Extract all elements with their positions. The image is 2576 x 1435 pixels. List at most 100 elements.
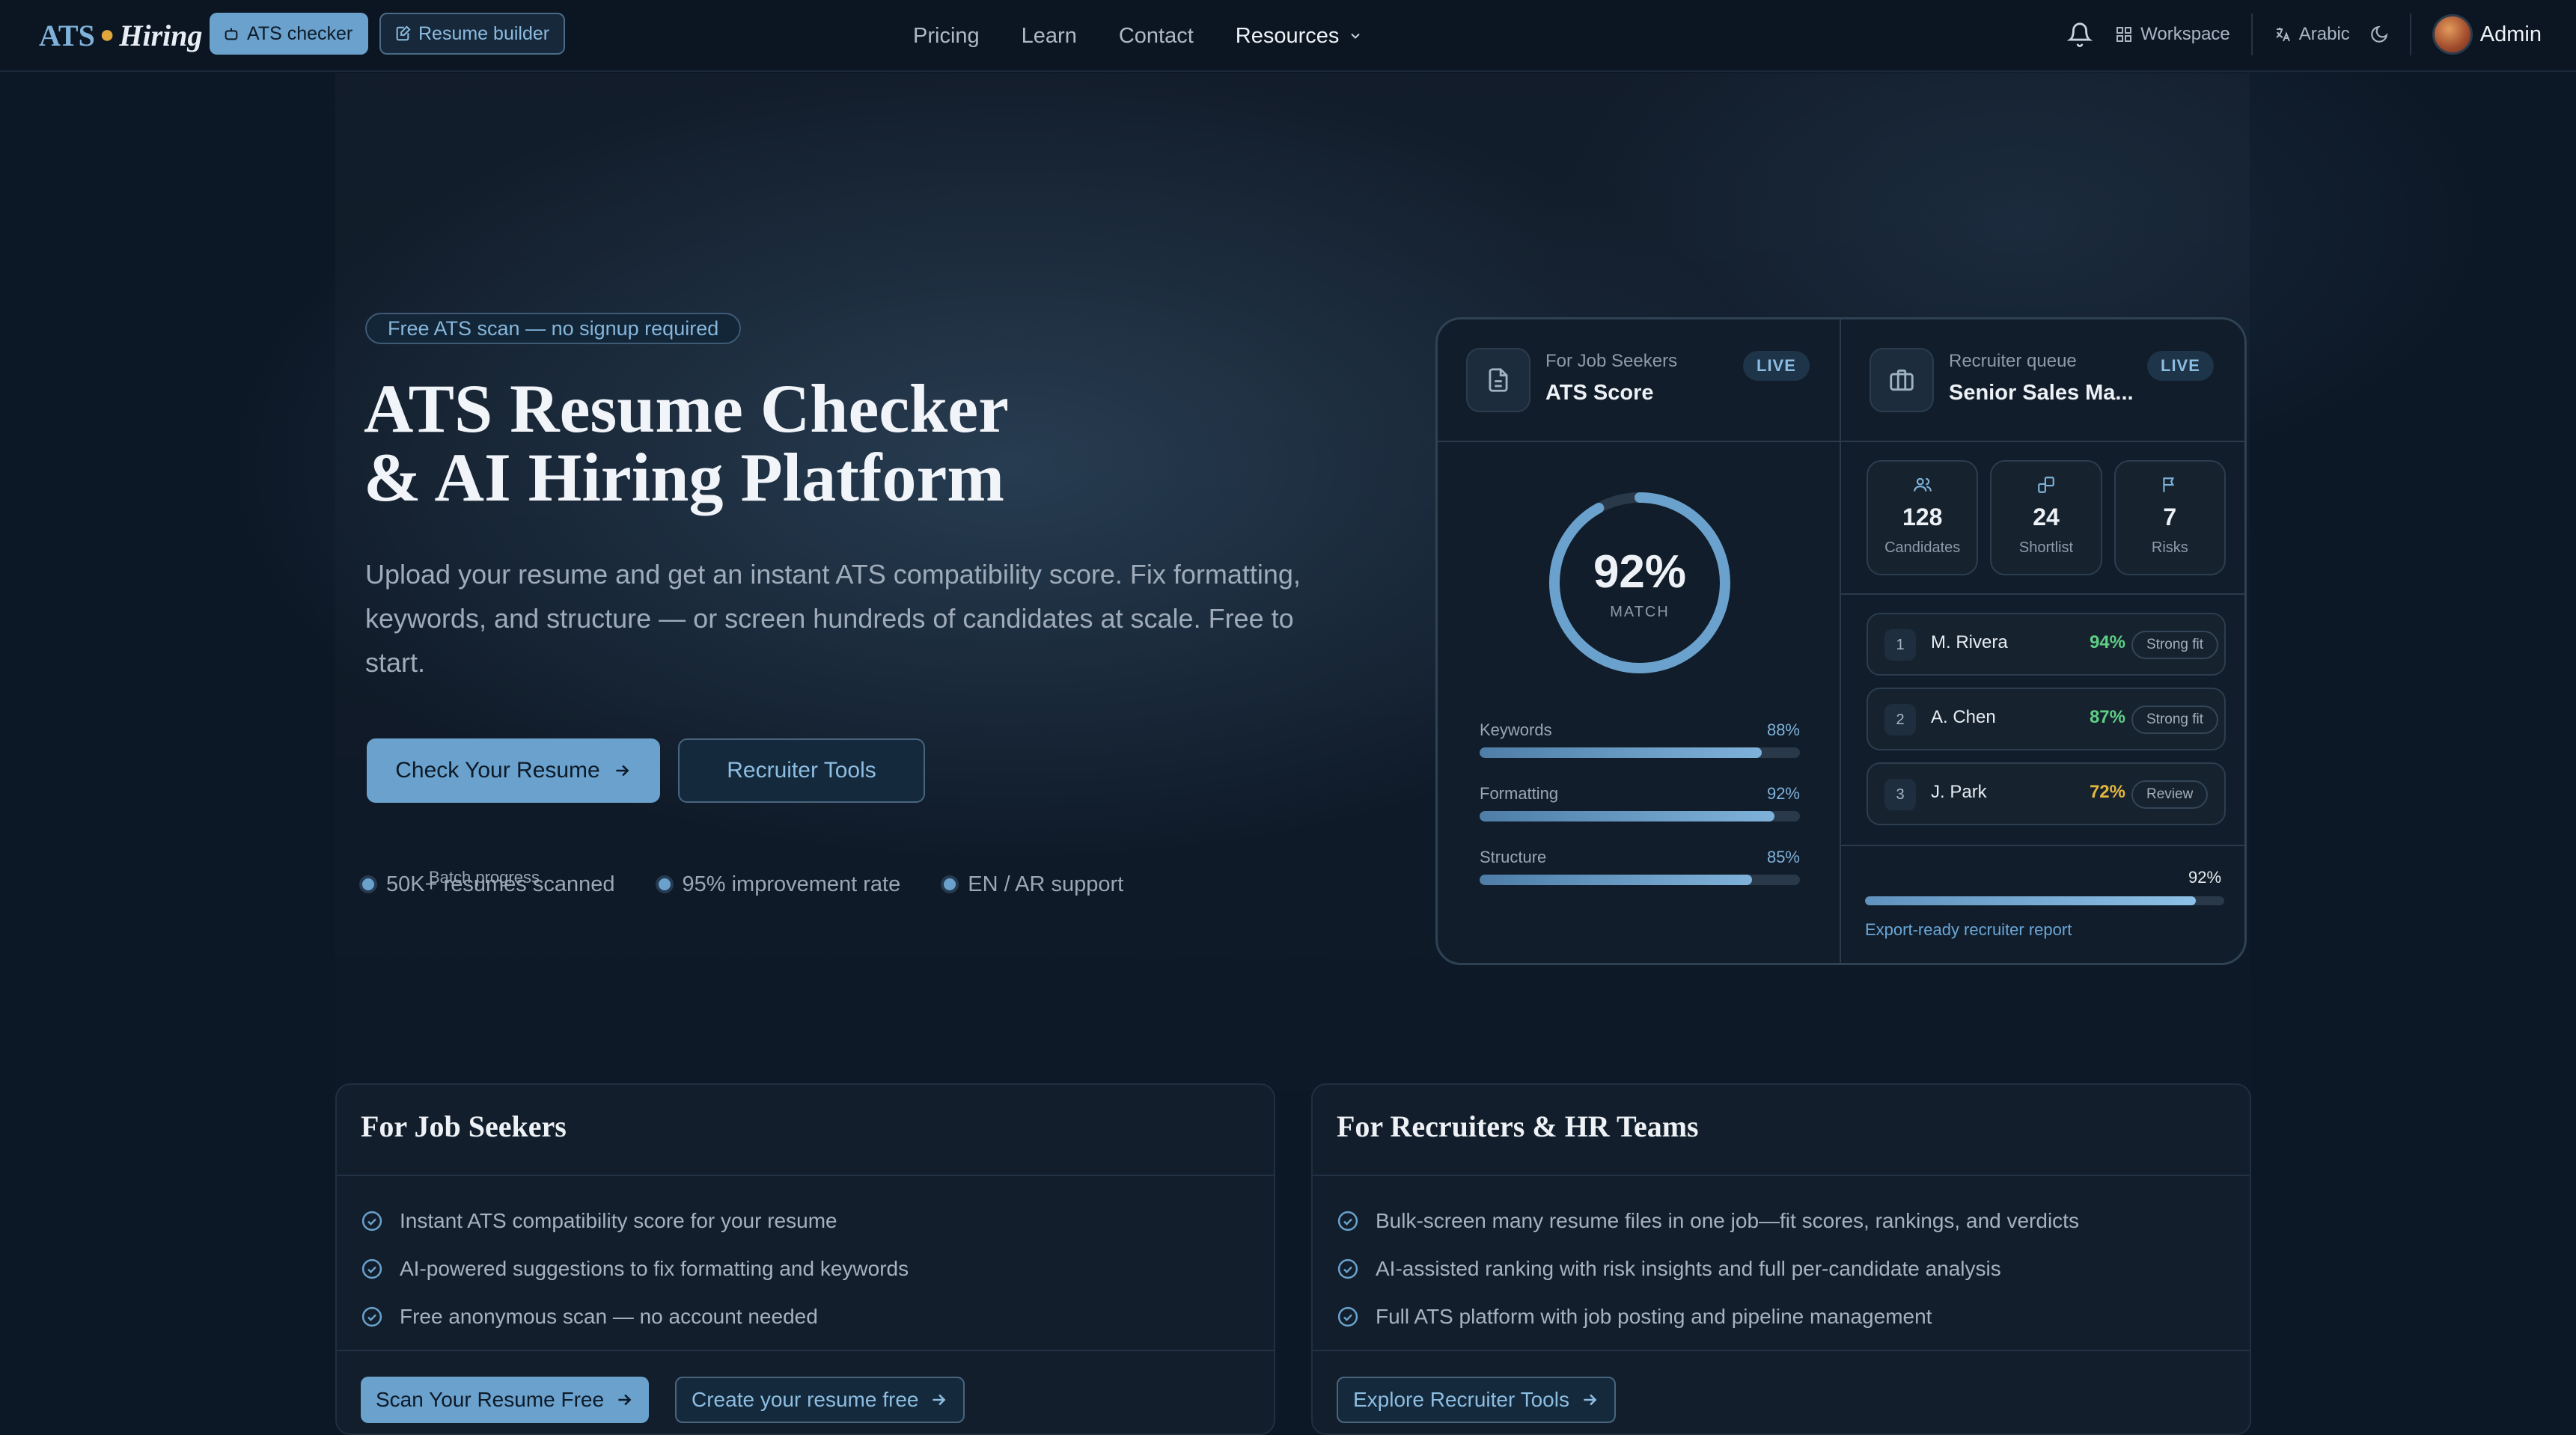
user-name: Admin [2479, 22, 2542, 46]
bullet-dot-icon [658, 878, 671, 890]
nav-link-learn[interactable]: Learn [1022, 24, 1077, 49]
dashboard-preview-card: For Job Seekers ATS Score LIVE Recruiter… [1435, 317, 2247, 965]
edit-document-icon [396, 25, 411, 41]
language-label: Arabic [2298, 24, 2350, 44]
workspace-label: Workspace [2140, 24, 2230, 44]
user-menu[interactable]: Admin [2432, 14, 2542, 55]
logo-ats: ATS [39, 18, 95, 52]
brand-logo[interactable]: ATS ● Hiring [39, 16, 203, 54]
workspace-link[interactable]: Workspace [2115, 24, 2230, 45]
tile-value: 7 [2163, 504, 2177, 530]
metric-fill [1480, 875, 1752, 885]
recruiter-panel-label: Recruiter queue [1949, 351, 2077, 371]
candidate-row[interactable]: 3 J. Park 72% Review [1867, 762, 2226, 825]
logo-hiring: Hiring [119, 18, 203, 52]
check-circle-icon [1337, 1306, 1358, 1327]
free-scan-badge: Free ATS scan — no signup required [365, 313, 742, 344]
nav-right-group: Workspace Arabic Admin [2067, 10, 2542, 58]
tile-shortlist[interactable]: 24 Shortlist [1990, 460, 2102, 575]
batch-progress-bar [1865, 896, 2224, 905]
metric-fill [1480, 747, 1762, 758]
feature-text: AI-assisted ranking with risk insights a… [1376, 1257, 2001, 1280]
job-seekers-card: For Job Seekers Instant ATS compatibilit… [335, 1083, 1275, 1435]
recruiter-panel-header: Recruiter queue Senior Sales Ma... LIVE [1841, 319, 2244, 442]
recruiter-tools-button[interactable]: Recruiter Tools [678, 738, 925, 803]
arrow-right-icon [618, 1394, 632, 1406]
card-divider [337, 1350, 1274, 1351]
list-item: AI-powered suggestions to fix formatting… [361, 1245, 909, 1293]
tile-value: 24 [2033, 504, 2060, 530]
metric-value: 88% [1766, 720, 1800, 739]
candidate-row[interactable]: 1 M. Rivera 94% Strong fit [1867, 613, 2226, 676]
recruiter-tools-label: Recruiter Tools [727, 758, 876, 783]
candidate-score: 87% [2089, 707, 2125, 727]
explore-recruiter-tools-button[interactable]: Explore Recruiter Tools [1337, 1377, 1616, 1423]
feature-list: Instant ATS compatibility score for your… [361, 1197, 909, 1341]
check-resume-button[interactable]: Check Your Resume [367, 738, 660, 803]
bullet-dot-icon [944, 878, 956, 890]
candidate-name: A. Chen [1931, 707, 1996, 727]
chevron-down-icon [1351, 33, 1361, 39]
bell-icon[interactable] [2067, 22, 2093, 47]
check-circle-icon [361, 1258, 382, 1279]
feature-text: Free anonymous scan — no account needed [400, 1305, 818, 1328]
tile-label: Risks [2151, 539, 2188, 556]
main-nav-links: Pricing Learn Contact Resources [913, 19, 1363, 52]
tile-value: 128 [1902, 504, 1943, 530]
feature-text: AI-powered suggestions to fix formatting… [400, 1257, 909, 1280]
metric-formatting: Formatting 92% [1480, 784, 1800, 821]
section-divider [1841, 845, 2244, 846]
candidate-verdict: Strong fit [2131, 706, 2219, 734]
button-label: Create your resume free [692, 1388, 919, 1411]
resume-builder-label: Resume builder [418, 22, 550, 44]
robot-icon [225, 28, 238, 40]
recruiter-stat-tiles: 128 Candidates 24 Shortlist 7 Risks [1867, 460, 2226, 575]
create-resume-free-button[interactable]: Create your resume free [675, 1377, 965, 1423]
section-divider [1841, 593, 2244, 595]
tile-label: Candidates [1884, 539, 1961, 556]
candidate-score: 72% [2089, 782, 2125, 802]
card-divider [337, 1175, 1274, 1176]
card-divider [1313, 1350, 2250, 1351]
batch-progress-fill [1865, 896, 2196, 905]
candidate-row[interactable]: 2 A. Chen 87% Strong fit [1867, 688, 2226, 750]
stat-item: EN / AR support [944, 872, 1123, 897]
batch-progress-value: 92% [2188, 868, 2222, 887]
seeker-panel-header: For Job Seekers ATS Score LIVE [1438, 319, 1840, 442]
top-navbar: ATS ● Hiring ATS checker Resume builder … [0, 0, 2576, 72]
ats-checker-button[interactable]: ATS checker [210, 13, 368, 55]
metric-fill [1480, 811, 1774, 821]
feature-list: Bulk-screen many resume files in one job… [1337, 1197, 2079, 1341]
moon-icon[interactable] [2369, 25, 2389, 44]
title-line-2: & AI Hiring Platform [364, 439, 1004, 515]
flag-icon [2163, 477, 2175, 492]
card-divider [1313, 1175, 2250, 1176]
recruiter-panel-title: Senior Sales Ma... [1949, 381, 2134, 405]
stat-text: 95% improvement rate [682, 872, 901, 896]
nav-resources-dropdown[interactable]: Resources [1236, 24, 1364, 49]
feature-text: Full ATS platform with job posting and p… [1376, 1305, 1932, 1328]
ats-checker-label: ATS checker [247, 22, 353, 44]
arrow-right-icon [616, 765, 629, 777]
tile-risks[interactable]: 7 Risks [2113, 460, 2226, 575]
hero-subtitle: Upload your resume and get an instant AT… [365, 559, 1301, 678]
button-label: Explore Recruiter Tools [1353, 1388, 1569, 1411]
language-switch[interactable]: Arabic [2274, 24, 2350, 45]
scan-resume-free-button[interactable]: Scan Your Resume Free [361, 1377, 650, 1423]
live-badge: LIVE [2147, 351, 2214, 381]
nav-link-contact[interactable]: Contact [1119, 24, 1194, 49]
tile-candidates[interactable]: 128 Candidates [1867, 460, 1979, 575]
nav-link-pricing[interactable]: Pricing [913, 24, 980, 49]
shortlist-icon [2038, 477, 2054, 493]
metric-name: Structure [1480, 848, 1547, 866]
resume-builder-button[interactable]: Resume builder [379, 13, 565, 55]
metric-track [1480, 875, 1800, 885]
check-circle-icon [361, 1306, 382, 1327]
document-icon [1466, 348, 1530, 412]
candidate-rank: 2 [1884, 704, 1916, 735]
users-icon [1913, 477, 1932, 492]
check-circle-icon [361, 1211, 382, 1231]
export-report-link[interactable]: Export-ready recruiter report [1865, 920, 2072, 940]
seeker-panel-label: For Job Seekers [1545, 351, 1678, 371]
list-item: Full ATS platform with job posting and p… [1337, 1293, 2079, 1341]
